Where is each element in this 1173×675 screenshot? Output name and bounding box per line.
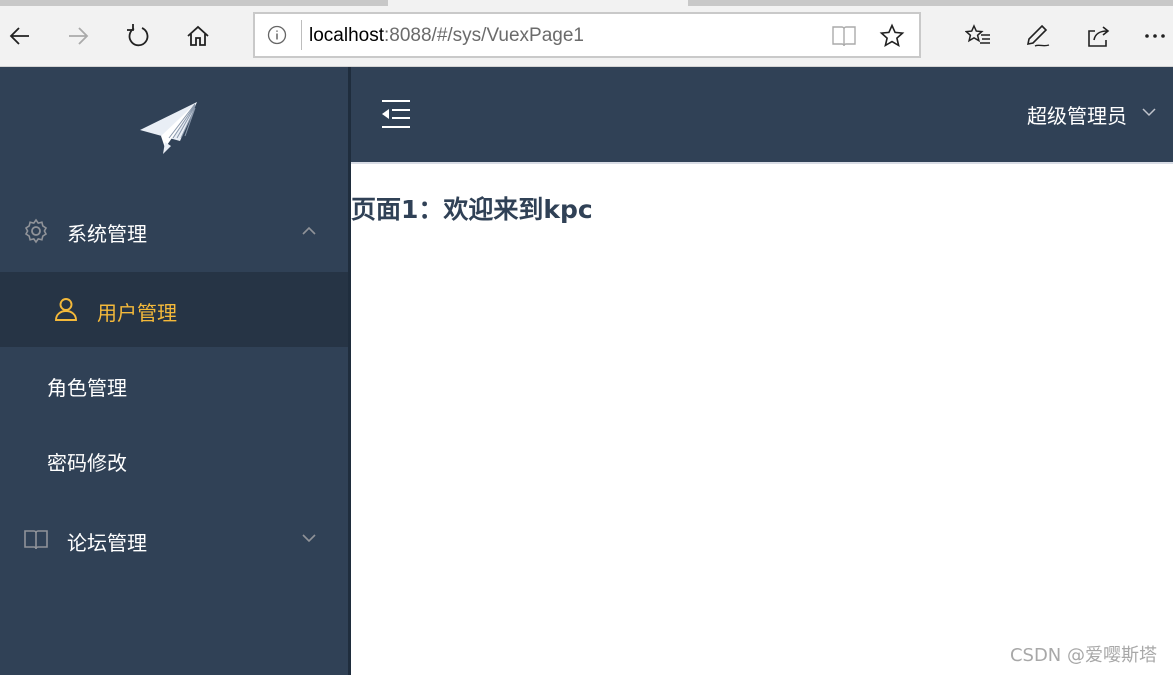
menu-label: 密码修改 (47, 451, 127, 475)
more-icon (1145, 34, 1165, 38)
pen-icon (1026, 24, 1050, 47)
menu-user-management[interactable]: 用户管理 (0, 272, 348, 347)
favorites-list-icon (965, 24, 990, 44)
notes-button[interactable] (1020, 18, 1056, 54)
header-divider (351, 162, 1173, 164)
more-button[interactable] (1137, 18, 1173, 54)
refresh-button[interactable] (120, 18, 156, 54)
reading-view-icon[interactable] (831, 24, 857, 48)
paper-plane-logo-icon (140, 102, 197, 154)
share-button[interactable] (1080, 18, 1116, 54)
address-separator (301, 20, 302, 50)
menu-role-management[interactable]: 角色管理 (0, 347, 348, 422)
back-button[interactable] (2, 18, 38, 54)
browser-toolbar: localhost:8088/#/sys/VuexPage1 (0, 6, 1173, 67)
menu-label: 论坛管理 (67, 531, 147, 555)
sidebar: 系统管理 用户管理 角色管理 密码修改 论坛管理 (0, 67, 348, 675)
page-title: 页面1：欢迎来到kpc (351, 195, 593, 224)
menu-label: 用户管理 (97, 301, 177, 325)
url-path: :8088/#/sys/VuexPage1 (384, 25, 584, 46)
home-button[interactable] (180, 18, 216, 54)
back-arrow-icon (9, 27, 29, 45)
menu-forum-management[interactable]: 论坛管理 (0, 507, 348, 573)
info-icon[interactable] (267, 25, 287, 45)
favorites-button[interactable] (960, 18, 996, 54)
book-icon (24, 530, 48, 550)
menu-password-change[interactable]: 密码修改 (0, 422, 348, 497)
chevron-down-icon[interactable] (1141, 107, 1157, 117)
home-icon (187, 25, 209, 46)
menu-label: 系统管理 (67, 222, 147, 246)
chevron-up-icon (302, 226, 316, 235)
address-bar[interactable]: localhost:8088/#/sys/VuexPage1 (253, 12, 921, 58)
chevron-down-icon (302, 534, 316, 543)
url-host: localhost (309, 25, 384, 46)
forward-button[interactable] (60, 18, 96, 54)
top-navbar: 超级管理员 (351, 67, 1173, 162)
menu-system-management[interactable]: 系统管理 (0, 198, 348, 264)
url-text[interactable]: localhost:8088/#/sys/VuexPage1 (309, 25, 584, 47)
user-dropdown-label[interactable]: 超级管理员 (1027, 100, 1127, 129)
gear-icon (24, 218, 48, 244)
watermark: CSDN @爱嘤斯塔 (1009, 645, 1157, 666)
menu-label: 角色管理 (47, 376, 127, 400)
menu-fold-icon[interactable] (379, 97, 413, 131)
refresh-icon (127, 24, 149, 47)
user-icon (55, 298, 77, 321)
forward-arrow-icon (69, 27, 89, 45)
favorite-star-icon[interactable] (879, 23, 905, 49)
share-icon (1088, 26, 1110, 47)
